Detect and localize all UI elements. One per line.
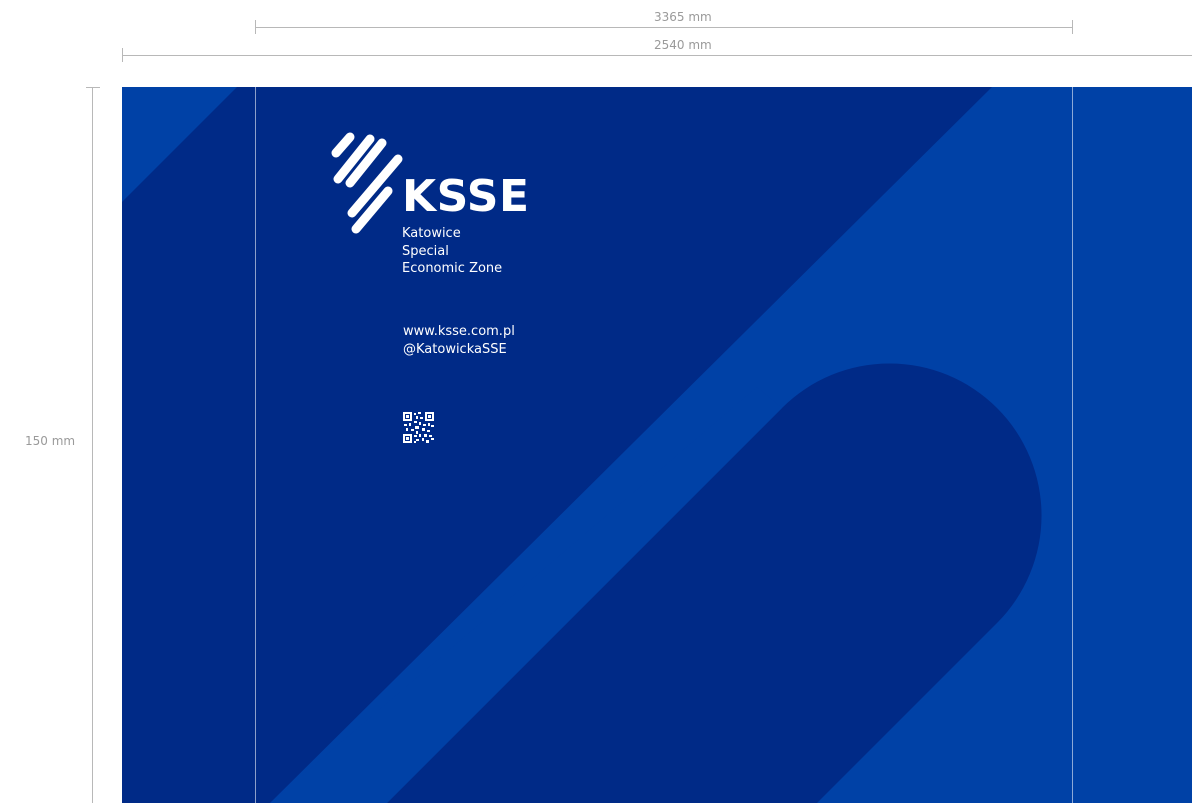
outer-width-tick-right [1072, 20, 1073, 34]
height-dimension-line [92, 87, 93, 803]
tagline-line-2: Special [402, 243, 449, 259]
tagline-line-1: Katowice [402, 226, 461, 241]
inner-width-label: 2540 mm [654, 38, 712, 52]
contact-block: www.ksse.com.pl @KatowickaSSE [403, 323, 515, 358]
tagline-line-3: Economic Zone [402, 261, 503, 276]
inner-width-dimension-line [122, 55, 1192, 56]
outer-width-tick-left [255, 20, 256, 34]
website-link[interactable]: www.ksse.com.pl [403, 323, 515, 341]
outer-width-dimension-line [255, 27, 1073, 28]
qr-code-icon[interactable] [403, 412, 434, 443]
social-handle[interactable]: @KatowickaSSE [403, 341, 515, 359]
brand-tagline: Katowice Special Economic Zone [402, 225, 502, 278]
banner-background [122, 87, 1192, 803]
height-tick-top [86, 87, 100, 88]
height-label: 150 mm [25, 434, 76, 448]
inner-width-tick-left [122, 48, 123, 62]
ksse-stripes-logo-icon [331, 132, 403, 234]
banner-artwork: KSSE Katowice Special Economic Zone www.… [122, 87, 1192, 803]
outer-width-label: 3365 mm [654, 10, 712, 24]
fold-guide-right [1072, 87, 1073, 803]
brand-name: KSSE [402, 171, 530, 222]
fold-guide-left [255, 87, 256, 803]
